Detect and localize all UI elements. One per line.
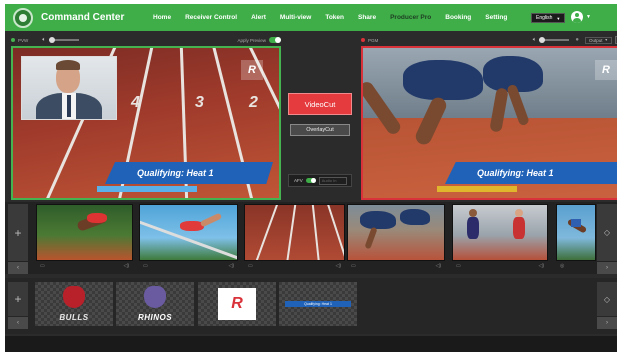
speaker-icon[interactable]: ◁) [228,263,234,269]
graphic-text: RHINOS [137,313,173,322]
preview-volume-slider[interactable] [48,37,79,43]
globe-icon[interactable]: ◎ [560,263,564,269]
add-source-button[interactable]: + [8,204,28,261]
lower-third-accent [437,186,517,192]
footer-area [5,336,617,352]
scroll-left-icon[interactable]: ‹ [8,262,28,274]
lower-third-accent [97,186,197,192]
output-select[interactable]: Output ▼ [585,36,612,44]
clear-icon[interactable]: ◇ [597,204,617,261]
scroll-left-icon[interactable]: ‹ [8,317,28,329]
source-thumb-track-lanes[interactable] [244,204,345,261]
r-logo: R [218,288,256,320]
nav-item-share[interactable]: Share [358,14,376,21]
source-thumb-relay-baton[interactable] [452,204,548,261]
nav-item-multi-view[interactable]: Multi-view [280,14,311,21]
preview-label: PVW [18,37,29,43]
camera-icon[interactable]: ▭ [248,263,253,269]
source-footer: ▭ ◁) [347,261,445,271]
videocut-button[interactable]: VideoCut [288,93,352,115]
source-thumb-hurdle-jump[interactable] [139,204,238,261]
app-title: Command Center [41,12,125,23]
app-window: Command Center Home Receiver Control Ale… [5,4,617,352]
graphic-rhinos-logo[interactable]: RHINOS [116,282,194,326]
language-value: English [536,15,553,21]
nav-item-producer-pro[interactable]: Producer Pro [390,14,431,21]
speaker-icon: 🔈︎ [42,36,46,43]
output-label: Output [589,37,603,43]
user-avatar-icon [571,11,583,23]
apply-preview-label: Apply Preview [237,37,266,43]
source-thumb-high-jump-2[interactable] [556,204,596,261]
graphic-lower-third[interactable]: Qualifying: Heat 1 [279,282,357,326]
top-nav-bar: Command Center Home Receiver Control Ale… [5,4,617,31]
overlaycut-button[interactable]: OverlayCut [290,124,350,136]
scroll-right-icon[interactable]: › [597,317,617,329]
nav-item-setting[interactable]: Setting [485,14,507,21]
chevron-down-icon: ▼ [586,14,591,20]
program-bar: PGM 🔈︎ ● Output ▼ [361,35,617,45]
speaker-icon: 🔈︎ [532,36,537,43]
program-status-dot [361,38,365,42]
afv-control: AFV Audio In [288,174,352,187]
source-footer: ▭ ◁) [452,261,548,271]
source-footer: ◎ [556,261,596,271]
preview-status-dot [11,38,15,42]
source-footer: ▭ ◁) [244,261,345,271]
presenter-pip [21,56,117,120]
r-logo-watermark: R [595,60,617,80]
settings-icon[interactable] [615,36,617,44]
lower-third-preview: Qualifying: Heat 1 [285,301,351,307]
graphic-text: BULLS [59,313,89,322]
camera-icon[interactable]: ▭ [143,263,148,269]
monitor-icon[interactable]: ▭ [456,263,461,269]
afv-select-placeholder: Audio In [321,178,337,183]
language-select[interactable]: English ▼ [531,13,566,23]
clear-icon[interactable]: ◇ [597,282,617,316]
program-label: PGM [368,37,379,43]
nav-item-booking[interactable]: Booking [445,14,471,21]
add-graphic-button[interactable]: + [8,282,28,316]
lower-third: Qualifying: Heat 1 [445,162,617,184]
speaker-icon[interactable]: ◁) [538,263,544,269]
nav-item-receiver-control[interactable]: Receiver Control [185,14,237,21]
app-logo-icon [13,7,33,28]
speaker-icon[interactable]: ◁) [435,263,441,269]
lane-number: 4 [131,94,140,111]
microphone-icon[interactable]: ● [575,37,579,43]
source-footer: ▭ ◁) [36,261,133,271]
chevron-down-icon: ▼ [604,38,608,42]
preview-monitor[interactable]: 4 3 2 R Qualifying: Heat 1 [11,46,281,200]
r-logo-watermark: R [241,60,263,80]
afv-label: AFV [294,178,303,183]
speaker-icon[interactable]: ◁) [335,263,341,269]
source-thumb-sprint-start[interactable] [347,204,445,261]
speaker-icon[interactable]: ◁) [123,263,129,269]
program-volume-slider[interactable] [539,37,570,43]
preview-bar: PVW 🔈︎ Apply Preview [11,35,281,45]
camera-icon[interactable]: ▭ [351,263,356,269]
chevron-down-icon: ▼ [556,15,561,21]
rhino-icon [144,286,166,308]
main-nav: Home Receiver Control Alert Multi-view T… [153,14,507,21]
bull-icon [63,286,85,308]
camera-icon[interactable]: ▭ [40,263,45,269]
lane-number: 2 [249,94,258,111]
graphic-bulls-logo[interactable]: BULLS [35,282,113,326]
source-thumb-high-jump[interactable] [36,204,133,261]
user-menu[interactable]: ▼ [571,11,591,23]
afv-audio-select[interactable]: Audio In [318,176,347,185]
program-monitor[interactable]: R Qualifying: Heat 1 [361,46,617,200]
lower-third: Qualifying: Heat 1 [105,162,273,184]
afv-toggle[interactable] [305,178,316,183]
lane-number: 3 [195,94,204,111]
scroll-right-icon[interactable]: › [597,262,617,274]
apply-preview-toggle[interactable] [269,37,281,43]
nav-item-alert[interactable]: Alert [251,14,266,21]
source-footer: ▭ ◁) [139,261,238,271]
nav-item-home[interactable]: Home [153,14,171,21]
graphic-r-logo[interactable]: R [198,282,276,326]
nav-item-token[interactable]: Token [325,14,344,21]
